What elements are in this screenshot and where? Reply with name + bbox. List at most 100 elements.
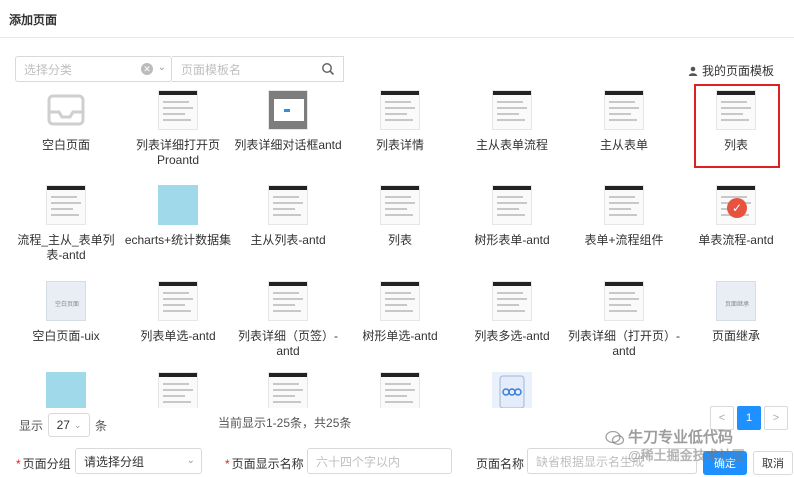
group-select-value: 请选择分组 [84, 454, 145, 469]
template-label: 表单+流程组件 [584, 233, 664, 247]
template-label: 单表流程-antd [698, 233, 774, 247]
check-icon: ✓ [727, 198, 747, 218]
page-size-control: 显示 27 ⌄ 条 [19, 413, 107, 437]
search-icon[interactable] [321, 62, 335, 76]
template-card[interactable]: 空白页面 [10, 90, 122, 153]
template-card[interactable]: 主从表单流程 [456, 90, 568, 153]
template-label: 列表 [387, 233, 412, 247]
display-name-label: * 页面显示名称 [225, 457, 304, 471]
template-search-input[interactable]: 页面模板名 [172, 56, 344, 82]
display-name-input[interactable]: 六十四个字以内 [307, 448, 452, 474]
template-label: 列表详细（页签）-antd [238, 329, 338, 358]
next-page-button[interactable]: > [764, 406, 788, 430]
template-thumbnail [604, 281, 644, 321]
pagination: < 1 > [710, 406, 788, 430]
template-thumbnail [380, 281, 420, 321]
prev-page-button[interactable]: < [710, 406, 734, 430]
template-thumbnail [380, 372, 420, 408]
template-card[interactable]: 列表 [344, 185, 456, 248]
template-card[interactable]: 列表多选-antd [456, 281, 568, 344]
template-card[interactable]: 主从列表-antd [232, 185, 344, 248]
template-label: 树形单选-antd [362, 329, 438, 343]
title-divider [0, 37, 794, 38]
template-card[interactable] [456, 372, 568, 408]
template-thumbnail [158, 185, 198, 225]
template-thumbnail [380, 185, 420, 225]
template-thumbnail: 页面继承 [716, 281, 756, 321]
template-card[interactable]: ✓ 单表流程-antd [680, 185, 792, 248]
page-name-label: 页面名称 [476, 457, 525, 471]
dialog-title: 添加页面 [9, 13, 58, 27]
chevron-down-icon[interactable]: ⌄ [158, 62, 166, 73]
template-card[interactable]: 树形表单-antd [456, 185, 568, 248]
page-1-button[interactable]: 1 [737, 406, 761, 430]
template-thumbnail [268, 281, 308, 321]
template-thumbnail [604, 90, 644, 130]
template-thumbnail: 空白页面 [46, 281, 86, 321]
template-thumbnail [46, 185, 86, 225]
template-card[interactable] [10, 372, 122, 408]
thumbnail-caption: 空白页面 [54, 302, 79, 308]
template-card[interactable] [344, 372, 456, 408]
watermark-line-1: 牛刀专业低代码 [628, 429, 734, 446]
template-label: 主从列表-antd [250, 233, 326, 247]
chevron-down-icon: ⌄ [73, 419, 82, 430]
category-placeholder: 选择分类 [24, 62, 73, 77]
template-label: 空白页面-uix [32, 329, 100, 343]
template-card[interactable]: echarts+统计数据集 [122, 185, 234, 248]
template-card[interactable]: 空白页面空白页面-uix [10, 281, 122, 344]
template-label: 主从表单 [599, 138, 648, 152]
document-icon [492, 372, 532, 408]
page-size-select[interactable]: 27 ⌄ [48, 413, 91, 437]
template-card[interactable] [122, 372, 234, 408]
template-card[interactable]: 列表单选-antd [122, 281, 234, 344]
inbox-icon [46, 90, 86, 130]
template-thumbnail [268, 372, 308, 408]
template-thumbnail [268, 185, 308, 225]
template-label: echarts+统计数据集 [124, 233, 232, 247]
template-card[interactable]: 主从表单 [568, 90, 680, 153]
thumbnail-caption: 页面继承 [724, 302, 749, 308]
cancel-button[interactable]: 取消 [753, 451, 793, 475]
template-label: 页面继承 [711, 329, 760, 343]
template-card[interactable]: 流程_主从_表单列表-antd [10, 185, 122, 263]
range-text: 当前显示1-25条，共25条 [218, 416, 352, 430]
template-label: 空白页面 [41, 138, 90, 152]
category-select[interactable]: 选择分类 ✕ ⌄ [15, 56, 172, 82]
page-size-value: 27 [56, 418, 70, 432]
watermark: 牛刀专业低代码 @稀土掘金技术社区 [628, 429, 745, 465]
chevron-down-icon: ⌄ [186, 455, 195, 466]
template-label: 树形表单-antd [474, 233, 550, 247]
template-label: 主从表单流程 [475, 138, 548, 152]
template-label: 列表多选-antd [474, 329, 550, 343]
template-card[interactable]: 列表详细打开页Proantd [122, 90, 234, 168]
my-templates-link[interactable]: 我的页面模板 [688, 62, 774, 79]
template-card[interactable]: 列表详细（页签）-antd [232, 281, 344, 359]
template-card[interactable] [232, 372, 344, 408]
template-thumbnail [604, 185, 644, 225]
template-card[interactable]: 列表详细对话框antd [232, 90, 344, 153]
group-select[interactable]: 请选择分组 ⌄ [75, 448, 202, 474]
my-templates-label: 我的页面模板 [701, 64, 774, 78]
template-thumbnail [492, 185, 532, 225]
template-search-placeholder: 页面模板名 [181, 62, 242, 77]
watermark-line-2: @稀土掘金技术社区 [628, 448, 745, 463]
template-label: 列表单选-antd [140, 329, 216, 343]
template-thumbnail [158, 90, 198, 130]
selected-template-highlight [694, 84, 780, 168]
template-thumbnail: ✓ [716, 185, 756, 225]
template-card[interactable]: 表单+流程组件 [568, 185, 680, 248]
template-card[interactable]: 列表详情 [344, 90, 456, 153]
template-thumbnail [158, 372, 198, 408]
unit-label: 条 [95, 418, 108, 433]
wechat-watermark-icon [605, 431, 625, 445]
template-card[interactable]: 列表详细（打开页）-antd [568, 281, 680, 359]
template-card[interactable]: 页面继承 页面继承 [680, 281, 792, 344]
template-thumbnail [380, 90, 420, 130]
template-thumbnail [46, 372, 86, 408]
clear-icon[interactable]: ✕ [141, 63, 153, 75]
template-card[interactable]: 树形单选-antd [344, 281, 456, 344]
template-label: 列表详细对话框antd [234, 138, 342, 152]
template-thumbnail [492, 281, 532, 321]
user-icon [688, 66, 698, 76]
